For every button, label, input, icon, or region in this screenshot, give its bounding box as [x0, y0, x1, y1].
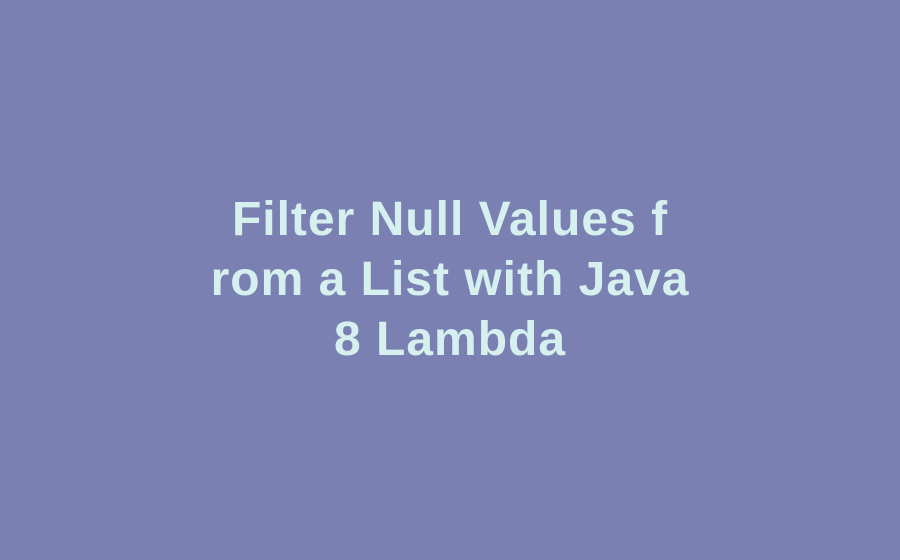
- title-line-1: Filter Null Values f: [232, 193, 668, 246]
- title-line-3: 8 Lambda: [334, 313, 566, 366]
- title-line-2: rom a List with Java: [211, 253, 690, 306]
- title-card-text: Filter Null Values f rom a List with Jav…: [211, 190, 690, 370]
